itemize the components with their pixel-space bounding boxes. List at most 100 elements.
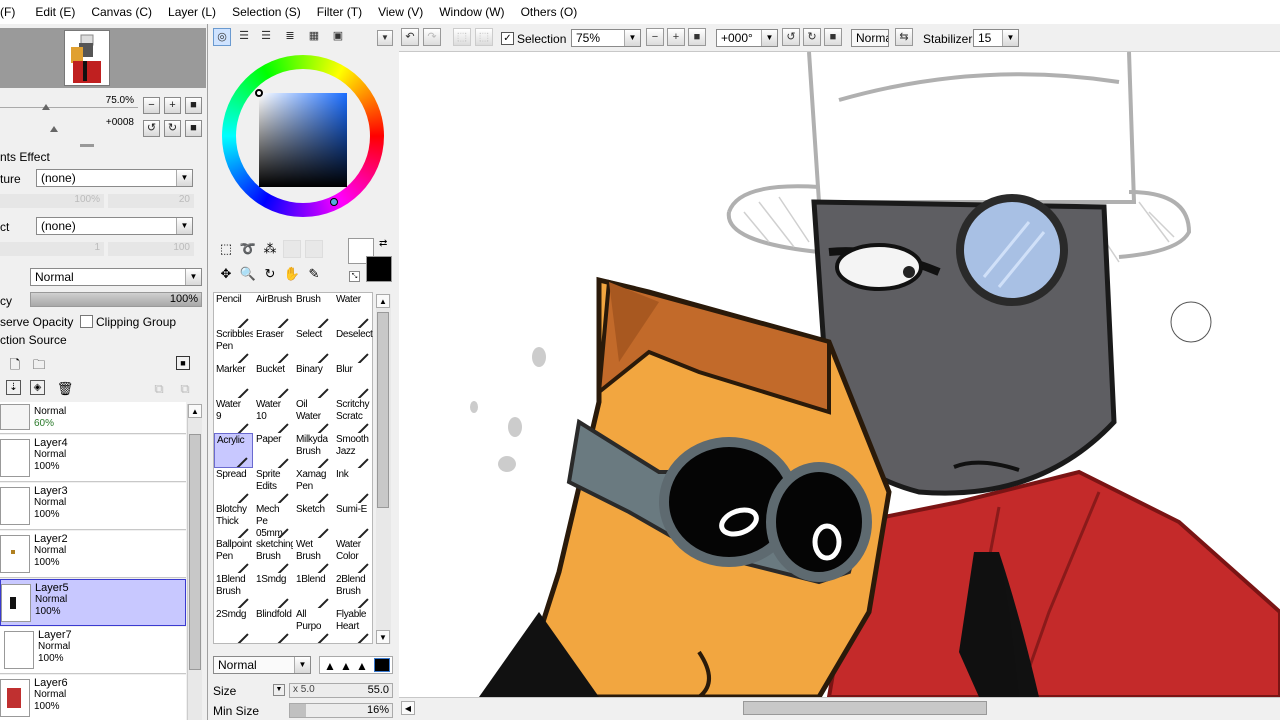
magic-wand-icon[interactable]: ⁂ — [261, 240, 279, 258]
nav-zoom-slider[interactable]: 75.0% — [0, 94, 138, 110]
primary-color-swatch[interactable] — [366, 256, 392, 282]
scroll-down-icon[interactable]: ▼ — [376, 630, 390, 644]
eyedropper-icon[interactable]: ✎ — [305, 265, 323, 283]
layer-item[interactable]: Layer2 Normal 100% — [0, 531, 186, 578]
merge-down-icon[interactable]: ◈ — [30, 380, 45, 395]
brush-shape-icon[interactable]: ▲ — [356, 659, 368, 673]
rect-select-icon[interactable]: ⬚ — [217, 240, 235, 258]
layer-item[interactable]: Layer6 Normal 100% — [0, 675, 186, 720]
undo-icon[interactable]: ↶ — [401, 28, 419, 46]
brush-tool-item[interactable]: Water 10 — [254, 398, 293, 433]
rotate-reset-icon[interactable]: ■ — [824, 28, 842, 46]
deselect-icon[interactable]: ⬚ — [453, 28, 471, 46]
brush-tool-item[interactable]: sketching Brush — [254, 538, 293, 573]
brush-shape-icon[interactable]: ▲ — [340, 659, 352, 673]
brush-tool-item[interactable]: Milkyda Brush — [294, 433, 333, 468]
brush-tool-item[interactable]: Brush — [294, 293, 333, 328]
layer-panel-menu-icon[interactable]: ■ — [176, 356, 190, 370]
drawing-canvas[interactable] — [399, 52, 1280, 697]
menu-filter[interactable]: Filter (T) — [307, 5, 368, 19]
brush-tool-item[interactable]: Flyable Heart — [334, 608, 373, 643]
rotate-icon[interactable]: ↻ — [261, 265, 279, 283]
stabilizer-dropdown[interactable]: 15 ▼ — [973, 29, 1019, 47]
layer-item[interactable]: Layer3 Normal 100% — [0, 483, 186, 530]
layer-item[interactable]: Normal 60% — [0, 402, 186, 434]
zoom-icon[interactable]: 🔍 — [239, 265, 257, 283]
selection-checkbox[interactable]: ✓ — [501, 32, 514, 45]
delete-layer-icon[interactable]: 🗑 — [56, 380, 74, 398]
brush-tool-item[interactable]: 2Blend Brush — [334, 573, 373, 608]
brush-tool-item[interactable]: Marker — [214, 363, 253, 398]
menu-layer[interactable]: Layer (L) — [158, 5, 222, 19]
color-wheel-mode-icon[interactable]: ◎ — [213, 28, 231, 46]
brush-tool-item[interactable]: Ballpoint Pen — [214, 538, 253, 573]
transfer-down-icon[interactable]: ⇣ — [6, 380, 21, 395]
brush-tool-item[interactable]: Blur — [334, 363, 373, 398]
brush-tool-item[interactable]: Ink — [334, 468, 373, 503]
brush-tool-item[interactable]: Scribbles Pen — [214, 328, 253, 363]
hsv-slider-mode-icon[interactable]: ☰ — [257, 28, 275, 46]
rotate-left-button[interactable]: ↺ — [143, 120, 160, 137]
brush-tool-item[interactable]: AirBrush — [254, 293, 293, 328]
move-icon[interactable]: ✥ — [217, 265, 235, 283]
effect-dropdown[interactable]: (none) ▼ — [36, 217, 193, 235]
zoom-dropdown[interactable]: 75% ▼ — [571, 29, 641, 47]
brush-tool-item[interactable]: Sumi-E — [334, 503, 373, 538]
rotation-dropdown[interactable]: +000° ▼ — [716, 29, 778, 47]
brush-tool-item[interactable]: Deselect — [334, 328, 373, 363]
brush-tool-item[interactable]: Bucket — [254, 363, 293, 398]
layer-opacity-slider[interactable]: 100% — [30, 292, 202, 307]
invert-selection-icon[interactable]: ⬚ — [475, 28, 493, 46]
min-size-slider[interactable]: 16% — [289, 703, 393, 718]
clipping-group-checkbox[interactable] — [80, 315, 93, 328]
lasso-icon[interactable]: ➰ — [239, 240, 257, 258]
saturation-value-square[interactable] — [259, 93, 347, 187]
brush-tool-item[interactable]: 1Blend Brush — [214, 573, 253, 608]
brush-tool-item[interactable]: Water — [334, 293, 373, 328]
color-wheel[interactable] — [222, 55, 384, 217]
swatches-mode-icon[interactable]: ▦ — [305, 28, 323, 46]
texture-dropdown[interactable]: (none) ▼ — [36, 169, 193, 187]
brush-tool-item-selected[interactable]: Acrylic — [214, 433, 253, 468]
scroll-up-icon[interactable]: ▲ — [376, 294, 390, 308]
zoom-fit-icon[interactable]: ■ — [688, 28, 706, 46]
canvas-horizontal-scrollbar[interactable]: ◀ — [399, 697, 1280, 720]
color-mixer-mode-icon[interactable]: ≣ — [281, 28, 299, 46]
brush-blend-dropdown[interactable]: Normal ▼ — [213, 656, 311, 674]
rotate-ccw-icon[interactable]: ↺ — [782, 28, 800, 46]
zoom-out-icon[interactable]: − — [646, 28, 664, 46]
zoom-in-icon[interactable]: + — [667, 28, 685, 46]
swap-colors-icon[interactable]: ⇄ — [379, 238, 387, 249]
zoom-out-button[interactable]: − — [143, 97, 160, 114]
rotate-right-button[interactable]: ↻ — [164, 120, 181, 137]
nav-angle-slider[interactable]: +0008 — [0, 116, 138, 132]
tools-scrollbar[interactable]: ▲ ▼ — [376, 294, 391, 644]
canvas-mode-dropdown[interactable]: Normal — [851, 29, 889, 47]
brush-tool-item[interactable]: Water Color — [334, 538, 373, 573]
brush-tool-item[interactable]: Blindfold — [254, 608, 293, 643]
canvas-scroll-thumb[interactable] — [743, 701, 987, 715]
brush-tool-item[interactable]: Water 9 — [214, 398, 253, 433]
scroll-left-icon[interactable]: ◀ — [401, 701, 415, 715]
brush-tool-item[interactable]: Binary — [294, 363, 333, 398]
layer-blend-dropdown[interactable]: Normal ▼ — [30, 268, 202, 286]
layer-item[interactable]: Layer7 Normal 100% — [0, 627, 186, 674]
redo-icon[interactable]: ↷ — [423, 28, 441, 46]
panel-collapse-icon[interactable]: ▼ — [377, 30, 393, 46]
transparent-color-icon[interactable]: ⤡ — [349, 271, 360, 282]
rgb-slider-mode-icon[interactable]: ☰ — [235, 28, 253, 46]
new-folder-icon[interactable]: 🗀 — [30, 356, 48, 374]
brush-tool-item[interactable]: Smooth Jazz — [334, 433, 373, 468]
brush-tool-item[interactable]: Select — [294, 328, 333, 363]
menu-window[interactable]: Window (W) — [429, 5, 510, 19]
brush-tool-item[interactable]: Oil Water — [294, 398, 333, 433]
brush-tool-item[interactable]: Pencil — [214, 293, 253, 328]
menu-canvas[interactable]: Canvas (C) — [81, 5, 158, 19]
brush-tool-item[interactable]: Xamag Pen — [294, 468, 333, 503]
navigator-preview[interactable] — [0, 28, 206, 88]
menu-file[interactable]: (F) — [0, 5, 21, 19]
menu-others[interactable]: Others (O) — [511, 5, 584, 19]
hand-icon[interactable]: ✋ — [283, 265, 301, 283]
tools-scroll-thumb[interactable] — [377, 312, 389, 508]
brush-tool-item[interactable]: Blotchy Thick — [214, 503, 253, 538]
